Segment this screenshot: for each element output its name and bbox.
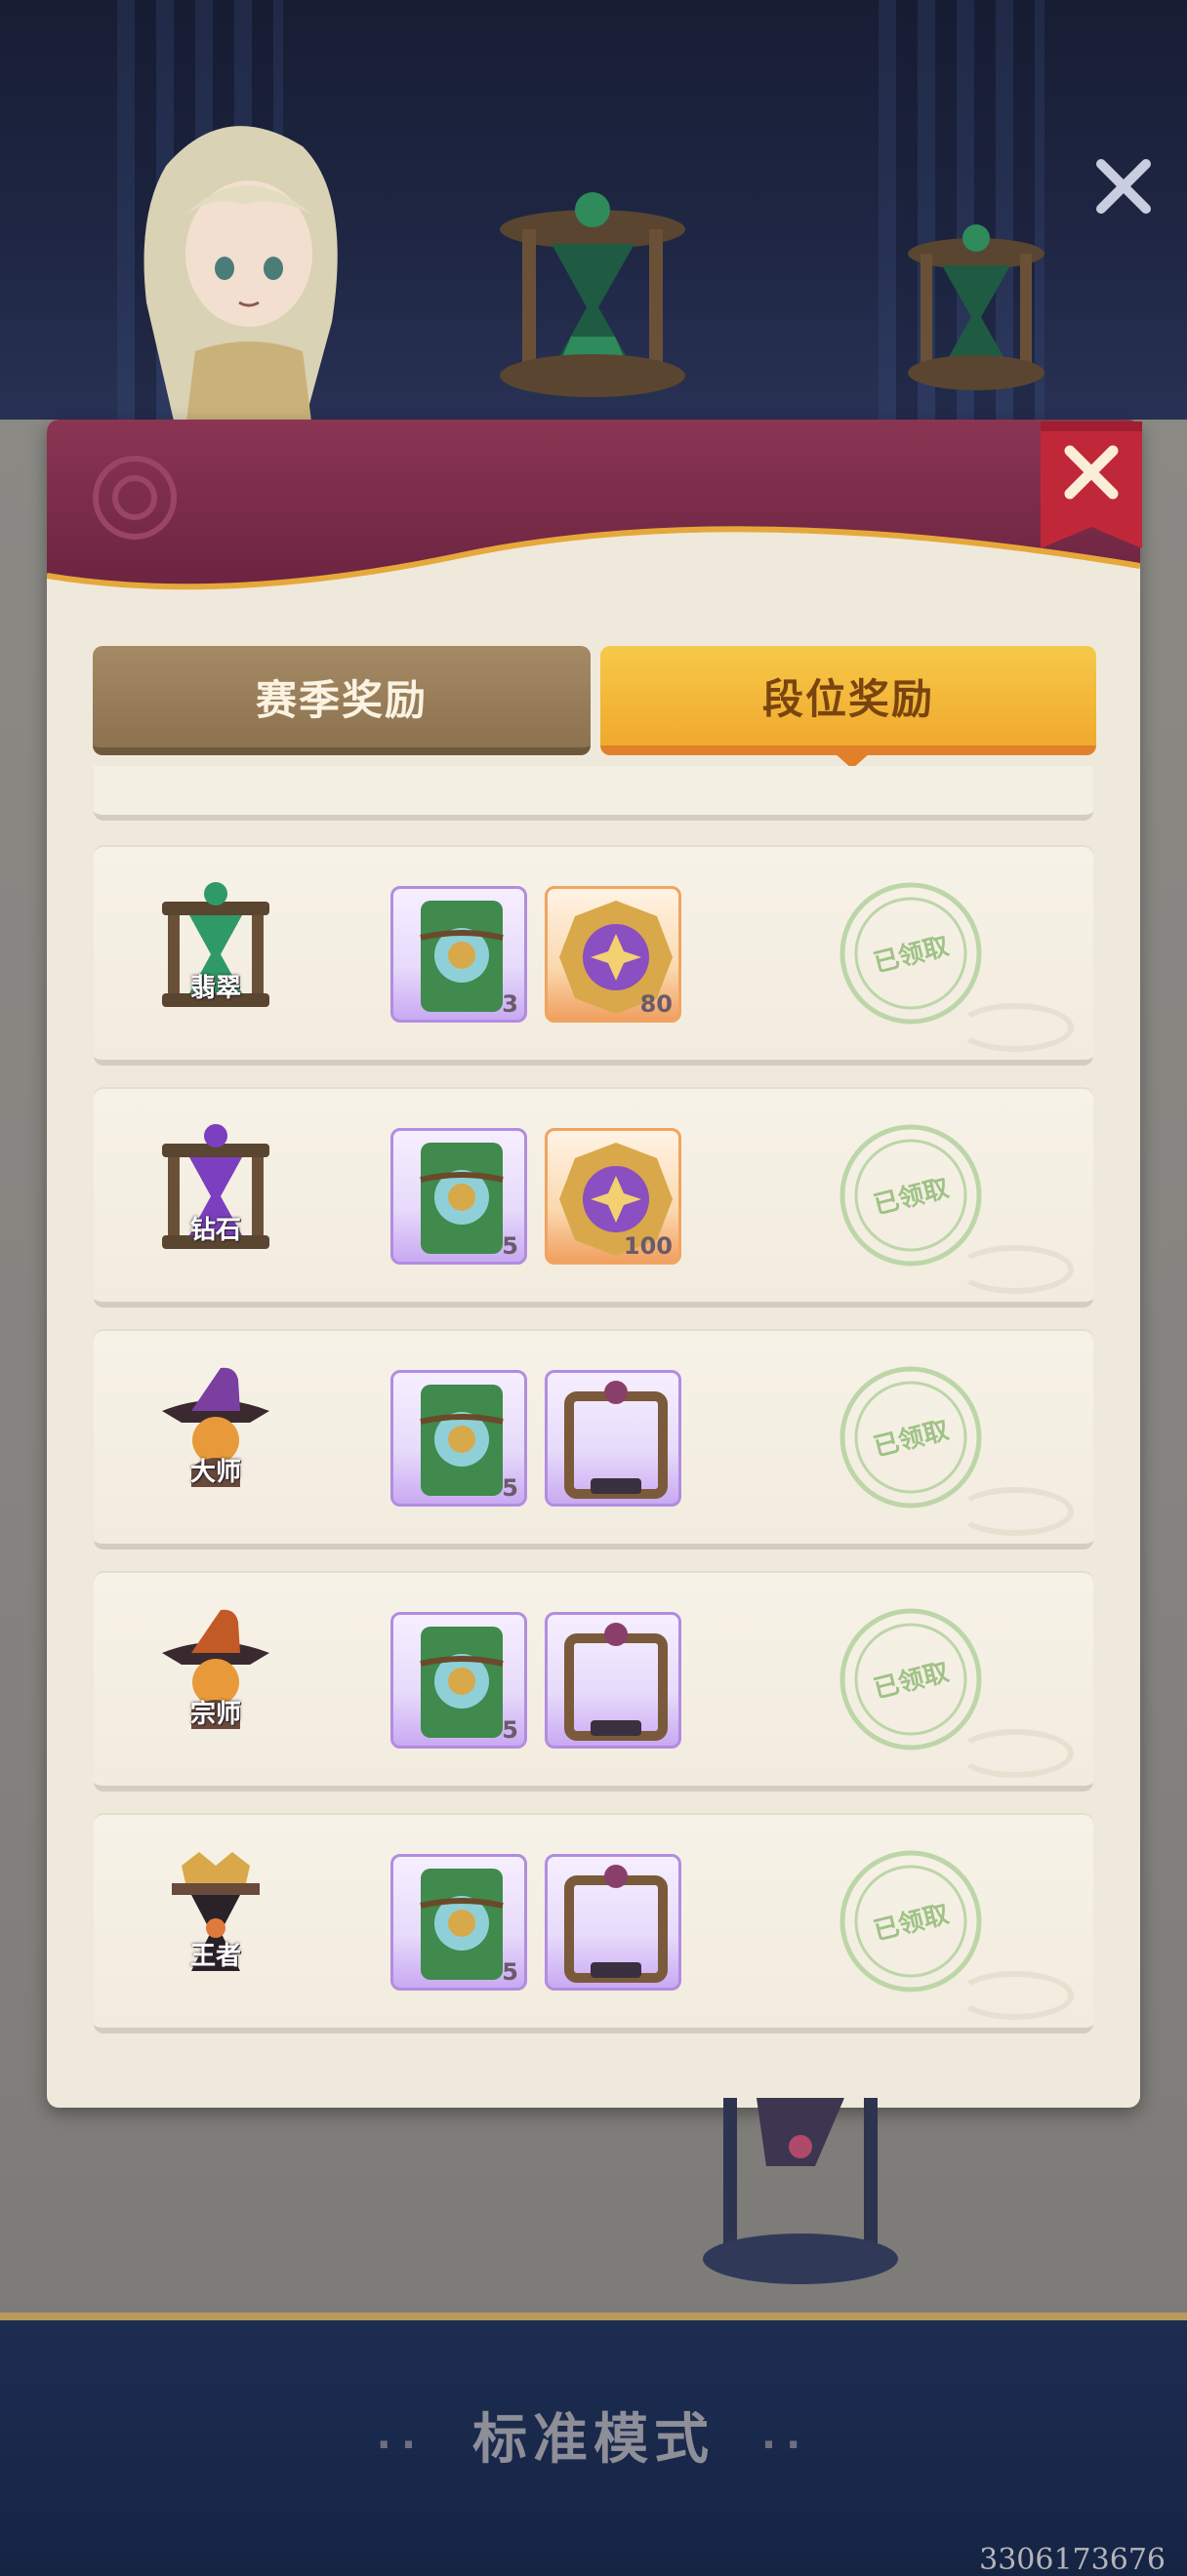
reward-quantity: 100	[623, 1232, 673, 1260]
rank-name: 大师	[189, 1458, 241, 1487]
rank-name: 王者	[189, 1942, 241, 1971]
rank-reward-row: 宗师 5 已领取	[94, 1571, 1093, 1791]
avatar-frame-icon	[564, 1623, 668, 1741]
reward-item[interactable]: 100	[545, 1128, 681, 1265]
hourglass-decoration	[500, 192, 685, 397]
reward-item[interactable]	[545, 1854, 681, 1991]
rank-name: 钻石	[189, 1216, 241, 1245]
dots-decoration: ··	[738, 2423, 811, 2468]
tab-season-rewards[interactable]: 赛季奖励	[93, 646, 591, 755]
reward-item[interactable]: 5	[390, 1370, 527, 1507]
mode-title-text: 标准模式	[472, 2408, 715, 2472]
reward-item[interactable]: 5	[390, 1128, 527, 1265]
avatar-frame-icon	[564, 1381, 668, 1499]
hourglass-decoration	[908, 224, 1044, 390]
rank-reward-row: 王者 5 已领取	[94, 1813, 1093, 2033]
player-id: 3306173676	[979, 2543, 1166, 2576]
close-icon[interactable]	[1091, 154, 1156, 219]
list-item-partial	[94, 766, 1093, 821]
reward-item[interactable]: 80	[545, 886, 681, 1023]
tab-rank-rewards[interactable]: 段位奖励	[600, 646, 1096, 755]
reward-quantity: 3	[502, 990, 518, 1018]
reward-quantity: 5	[502, 1958, 518, 1986]
character-illustration	[143, 126, 338, 429]
panel-header-banner	[47, 420, 1140, 590]
reward-quantity: 5	[502, 1716, 518, 1744]
reward-quantity: 5	[502, 1474, 518, 1502]
rank-name: 宗师	[189, 1700, 241, 1729]
rank-reward-row: 翡翠 3 80 已领取	[94, 845, 1093, 1066]
game-mode-title: ·· 标准模式 ··	[0, 2395, 1187, 2475]
reward-quantity: 5	[502, 1232, 518, 1260]
tab-label: 段位奖励	[761, 674, 934, 723]
reward-item[interactable]	[545, 1370, 681, 1507]
reward-item[interactable]	[545, 1612, 681, 1749]
rank-name: 翡翠	[189, 974, 241, 1003]
avatar-frame-icon	[564, 1865, 668, 1983]
reward-quantity: 80	[639, 990, 673, 1018]
tab-label: 赛季奖励	[255, 675, 428, 724]
reward-item[interactable]: 5	[390, 1854, 527, 1991]
hourglass-decoration	[703, 2098, 898, 2284]
reward-item[interactable]: 3	[390, 886, 527, 1023]
reward-item[interactable]: 5	[390, 1612, 527, 1749]
rank-reward-row: 大师 5 已领取	[94, 1329, 1093, 1550]
rank-reward-row: 钻石 5 100 已领取	[94, 1087, 1093, 1308]
panel-close-button[interactable]	[1041, 422, 1142, 548]
dots-decoration: ··	[376, 2423, 449, 2468]
